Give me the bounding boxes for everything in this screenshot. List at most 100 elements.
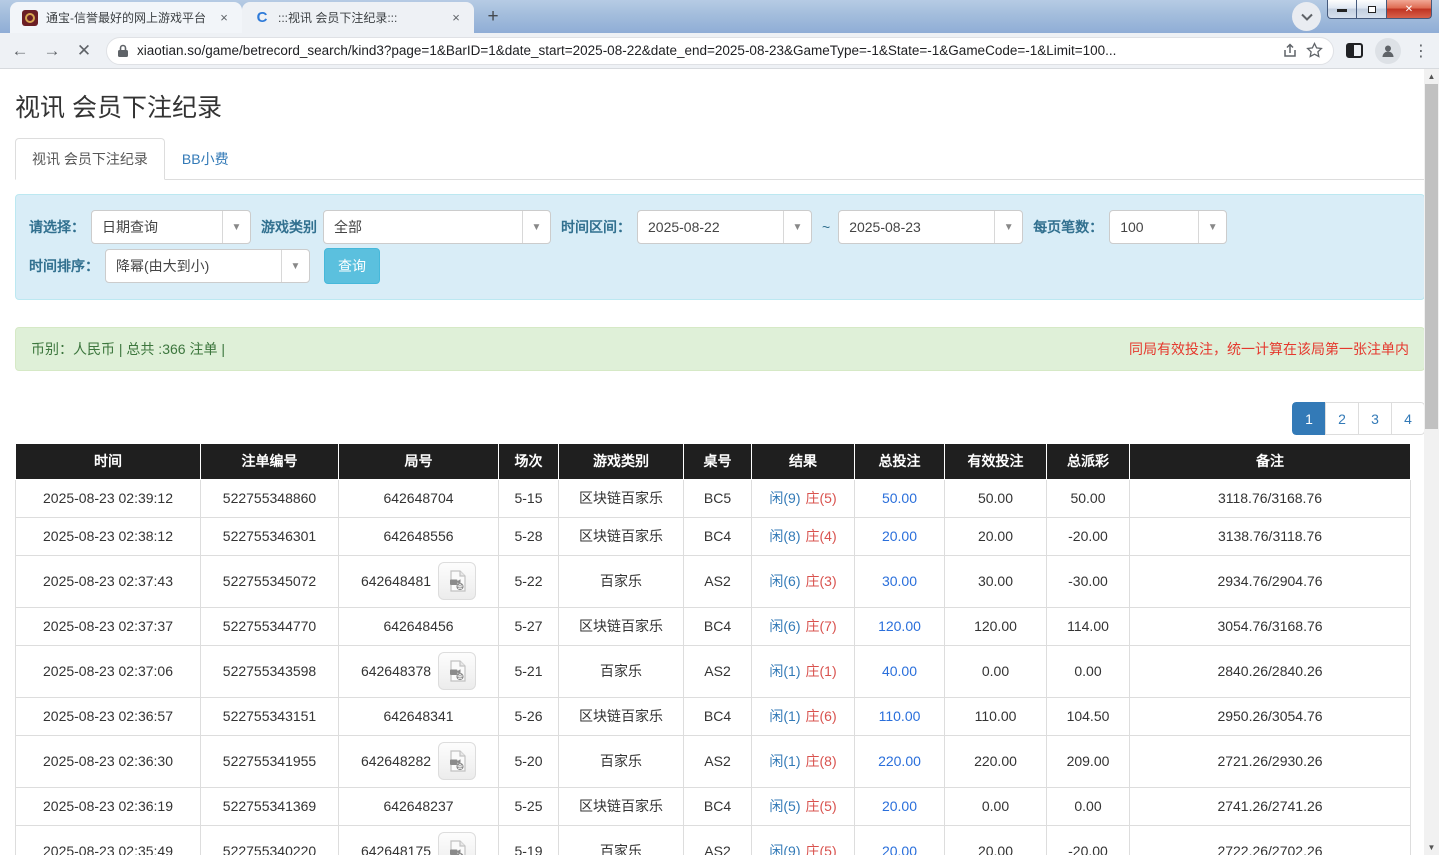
round-number-cell: 642648175: [339, 825, 499, 855]
round-number-cell: 642648481: [339, 555, 499, 607]
column-header: 时间: [16, 444, 201, 479]
game-type-cell: 区块链百家乐: [559, 517, 684, 555]
video-replay-button[interactable]: [438, 652, 476, 690]
valid-bet-cell: 30.00: [945, 555, 1047, 607]
window-controls: ▬ ✕: [1327, 0, 1432, 19]
total-bet-link[interactable]: 120.00: [878, 618, 921, 634]
per-page-label: 每页笔数：: [1033, 217, 1103, 237]
chevron-down-icon: ▼: [994, 211, 1022, 243]
banker-result: 庄(5): [806, 798, 837, 814]
tab-betrecord[interactable]: 视讯 会员下注纪录: [15, 138, 165, 180]
total-bet-link[interactable]: 20.00: [882, 798, 917, 814]
stop-loading-button[interactable]: ✕: [74, 41, 94, 61]
column-header: 游戏类别: [559, 444, 684, 479]
search-button[interactable]: 查询: [324, 248, 380, 284]
restore-button[interactable]: [1357, 0, 1386, 19]
page-button-4[interactable]: 4: [1391, 402, 1425, 435]
player-result: 闲(1): [769, 663, 800, 679]
total-bet-link[interactable]: 20.00: [882, 843, 917, 855]
date-mode-select[interactable]: 日期查询 ▼: [91, 210, 251, 244]
close-tab-icon[interactable]: ×: [216, 10, 232, 25]
time-cell: 2025-08-23 02:36:57: [16, 697, 201, 735]
window-titlebar: 通宝-信誉最好的网上游戏平台 × C :::视讯 会员下注纪录::: × + ▬…: [0, 0, 1439, 33]
per-page-select[interactable]: 100 ▼: [1109, 210, 1227, 244]
round-number-cell: 642648378: [339, 645, 499, 697]
minimize-button[interactable]: ▬: [1327, 0, 1357, 19]
valid-bet-cell: 0.00: [945, 787, 1047, 825]
close-window-button[interactable]: ✕: [1386, 0, 1432, 19]
bet-number-cell: 522755344770: [201, 607, 339, 645]
tab-bb-tip[interactable]: BB小费: [165, 138, 246, 180]
bookmark-star-icon[interactable]: [1306, 42, 1323, 59]
total-bet-link[interactable]: 220.00: [878, 753, 921, 769]
profile-avatar[interactable]: [1375, 38, 1401, 64]
video-replay-button[interactable]: [438, 832, 476, 855]
forward-button[interactable]: →: [42, 41, 62, 61]
browser-tab-betrecord[interactable]: C :::视讯 会员下注纪录::: ×: [242, 2, 474, 33]
filter-panel: 请选择： 日期查询 ▼ 游戏类别 全部 ▼ 时间区间： 2025-08-22 ▼…: [15, 194, 1425, 300]
game-type-label: 游戏类别: [261, 217, 317, 237]
scroll-up-icon[interactable]: ▲: [1424, 69, 1439, 84]
note-cell: 2950.26/3054.76: [1130, 697, 1411, 735]
game-type-cell: 百家乐: [559, 825, 684, 855]
column-header: 总投注: [855, 444, 945, 479]
address-bar[interactable]: xiaotian.so/game/betrecord_search/kind3?…: [106, 37, 1334, 65]
banker-result: 庄(5): [806, 490, 837, 506]
total-bet-link[interactable]: 110.00: [879, 708, 921, 724]
game-type-select[interactable]: 全部 ▼: [323, 210, 551, 244]
column-header: 桌号: [684, 444, 752, 479]
scroll-down-icon[interactable]: ▼: [1424, 840, 1439, 855]
total-bet-link[interactable]: 40.00: [882, 663, 917, 679]
total-bet-link[interactable]: 30.00: [882, 573, 917, 589]
total-bet-cell: 110.00: [855, 697, 945, 735]
table-row: 2025-08-23 02:37:43522755345072642648481…: [16, 555, 1411, 607]
payout-cell: 209.00: [1047, 735, 1130, 787]
date-start-select[interactable]: 2025-08-22 ▼: [637, 210, 812, 244]
total-bet-link[interactable]: 20.00: [882, 528, 917, 544]
scrollbar-thumb[interactable]: [1425, 84, 1438, 429]
page-scrollbar[interactable]: ▲ ▼: [1424, 69, 1439, 855]
bet-number-cell: 522755346301: [201, 517, 339, 555]
result-cell: 闲(8)庄(4): [752, 517, 855, 555]
video-replay-button[interactable]: [438, 742, 476, 780]
valid-bet-cell: 50.00: [945, 479, 1047, 517]
session-cell: 5-15: [499, 479, 559, 517]
bet-number-cell: 522755341955: [201, 735, 339, 787]
bet-records-table: 时间注单编号局号场次游戏类别桌号结果总投注有效投注总派彩备注 2025-08-2…: [15, 444, 1411, 855]
new-tab-button[interactable]: +: [480, 4, 506, 30]
sort-select[interactable]: 降幂(由大到小) ▼: [105, 249, 310, 283]
player-result: 闲(8): [769, 528, 800, 544]
date-range-label: 时间区间：: [561, 217, 631, 237]
currency-total-text: 币别：人民币 | 总共 :366 注单 |: [31, 339, 225, 359]
video-replay-button[interactable]: [438, 562, 476, 600]
side-panel-icon[interactable]: [1346, 43, 1363, 58]
lock-icon: [117, 44, 129, 58]
table-code-cell: AS2: [684, 735, 752, 787]
pagination-wrap: 1234: [15, 402, 1425, 435]
banker-result: 庄(1): [806, 663, 837, 679]
tab-search-button[interactable]: [1292, 2, 1321, 31]
total-bet-link[interactable]: 50.00: [882, 490, 917, 506]
tongbao-favicon-icon: [22, 10, 38, 26]
share-icon[interactable]: [1282, 43, 1298, 59]
page-button-2[interactable]: 2: [1325, 402, 1359, 435]
player-result: 闲(9): [769, 843, 800, 855]
game-type-cell: 百家乐: [559, 645, 684, 697]
time-cell: 2025-08-23 02:36:30: [16, 735, 201, 787]
chevron-down-icon: ▼: [783, 211, 811, 243]
chevron-down-icon: ▼: [222, 211, 250, 243]
round-number-cell: 642648237: [339, 787, 499, 825]
date-end-select[interactable]: 2025-08-23 ▼: [838, 210, 1023, 244]
bet-number-cell: 522755341369: [201, 787, 339, 825]
round-number: 642648175: [361, 843, 431, 855]
browser-menu-icon[interactable]: ⋮: [1413, 41, 1429, 61]
page-button-1[interactable]: 1: [1292, 402, 1326, 435]
payout-cell: -30.00: [1047, 555, 1130, 607]
page-button-3[interactable]: 3: [1358, 402, 1392, 435]
browser-window: 通宝-信誉最好的网上游戏平台 × C :::视讯 会员下注纪录::: × + ▬…: [0, 0, 1439, 855]
browser-tab-tongbao[interactable]: 通宝-信誉最好的网上游戏平台 ×: [10, 2, 242, 33]
game-type-cell: 百家乐: [559, 735, 684, 787]
close-tab-icon[interactable]: ×: [448, 10, 464, 25]
column-header: 注单编号: [201, 444, 339, 479]
back-button[interactable]: ←: [10, 41, 30, 61]
